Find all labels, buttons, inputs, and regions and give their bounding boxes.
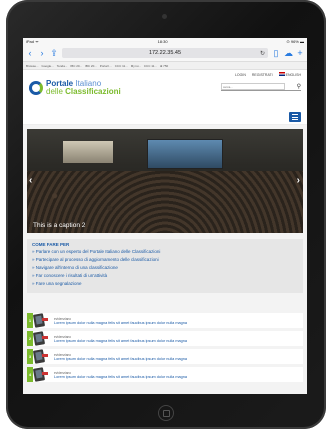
carousel-slide-screen (147, 139, 223, 169)
carrier-label: iPad ᯤ (26, 38, 39, 44)
camera-icon (162, 14, 167, 19)
search-input[interactable] (221, 83, 285, 90)
news-list: 1 evidenziano Lorem ipsum dolor nulla ma… (27, 313, 303, 382)
carousel-caption: This is a caption 2 (33, 222, 86, 229)
news-item[interactable]: 1 evidenziano Lorem ipsum dolor nulla ma… (27, 313, 303, 328)
how-to-link[interactable]: » Far conoscere i risultati di un'attivi… (32, 272, 298, 280)
battery-label: ⊙ 96% ▬ (286, 39, 304, 44)
url-text: 172.22.35.45 (148, 50, 182, 56)
how-to-link[interactable]: » Fare una segnalazione (32, 280, 298, 288)
news-thumbnail-accent (42, 354, 48, 357)
language-link[interactable]: ENGLISH (278, 72, 301, 77)
logo-word-delle: delle (46, 87, 63, 97)
back-icon[interactable]: ‹ (26, 48, 34, 58)
how-to-link[interactable]: » Navigare all'interno di una classifica… (32, 264, 298, 272)
bookmark-item[interactable]: Google... (42, 64, 54, 68)
carousel-next-icon[interactable]: › (297, 175, 300, 186)
how-to-box: COME FARE PER » Parlare con un esperto d… (27, 239, 303, 293)
news-description[interactable]: Lorem ipsum dolor nulla magna felis sit … (54, 339, 187, 343)
share-icon[interactable]: ⇪ (50, 48, 58, 58)
search-icon[interactable]: ⚲ (297, 83, 301, 90)
screen: iPad ᯤ 18:30 ⊙ 96% ▬ ‹ › ⇪ 172.22.35.45 … (23, 38, 307, 394)
news-description[interactable]: Lorem ipsum dolor nulla magna felis sit … (54, 375, 187, 379)
news-item[interactable]: 3 evidenziano Lorem ipsum dolor nulla ma… (27, 349, 303, 364)
reload-icon[interactable]: ↻ (260, 50, 265, 57)
url-bar[interactable]: 172.22.35.45 ↻ (62, 48, 268, 58)
bookmark-item[interactable]: CCC 11... (144, 64, 157, 68)
news-thumbnail-accent (42, 372, 48, 375)
clock-label: 18:30 (157, 39, 168, 44)
menu-bar (23, 110, 307, 125)
news-item[interactable]: 2 evidenziano Lorem ipsum dolor nulla ma… (27, 331, 303, 346)
search-box: ⚲ (221, 83, 301, 91)
bookmark-item[interactable]: Browse... (26, 64, 39, 68)
language-label: ENGLISH (285, 73, 301, 77)
menu-icon[interactable] (289, 112, 301, 122)
status-bar: iPad ᯤ 18:30 ⊙ 96% ▬ (23, 38, 307, 45)
new-tab-icon[interactable]: + (296, 48, 304, 58)
news-thumbnail-accent (42, 318, 48, 321)
logo-mark-icon (29, 81, 43, 96)
how-to-link[interactable]: » Parlare con un esperto del Portale Ita… (32, 248, 298, 256)
login-link[interactable]: LOGIN (235, 73, 246, 77)
bookmarks-bar: Browse... Google... Tenda... IBC 20... I… (23, 62, 307, 70)
bookmark-item[interactable]: IBC 20... (70, 64, 82, 68)
bookmark-item[interactable]: ⊕ 750 (160, 64, 168, 68)
forward-icon[interactable]: › (38, 48, 46, 58)
bookmark-item[interactable]: My isi... (131, 64, 141, 68)
bookmarks-icon[interactable]: ▯ (272, 48, 280, 58)
bookmark-item[interactable]: IBC 20... (85, 64, 97, 68)
site-logo[interactable]: Portale Italiano delle Classificazioni (29, 79, 121, 97)
how-to-title: COME FARE PER (32, 242, 70, 247)
bookmark-item[interactable]: Portal I... (100, 64, 112, 68)
uk-flag-icon (278, 72, 285, 76)
site-header: LOGIN REGISTRATI ENGLISH Portale Italian… (23, 70, 307, 110)
top-links: LOGIN REGISTRATI ENGLISH (235, 72, 301, 77)
home-button[interactable] (158, 405, 174, 421)
carousel-slide-screen-left (63, 141, 113, 163)
register-link[interactable]: REGISTRATI (252, 73, 273, 77)
bookmark-item[interactable]: Tenda... (57, 64, 68, 68)
bookmark-item[interactable]: CCC 11... (115, 64, 128, 68)
news-thumbnail-accent (42, 336, 48, 339)
image-carousel[interactable]: ‹ › This is a caption 2 (27, 129, 303, 233)
cloud-tabs-icon[interactable]: ☁ (284, 48, 293, 58)
news-item[interactable]: 4 evidenziano Lorem ipsum dolor nulla ma… (27, 367, 303, 382)
news-description[interactable]: Lorem ipsum dolor nulla magna felis sit … (54, 357, 187, 361)
how-to-link[interactable]: » Partecipare al processo di aggiornamen… (32, 256, 298, 264)
news-description[interactable]: Lorem ipsum dolor nulla magna felis sit … (54, 321, 187, 325)
logo-word-classificazioni: Classificazioni (65, 87, 121, 97)
browser-toolbar: ‹ › ⇪ 172.22.35.45 ↻ ▯ ☁ + (23, 45, 307, 62)
carousel-prev-icon[interactable]: ‹ (29, 175, 32, 186)
